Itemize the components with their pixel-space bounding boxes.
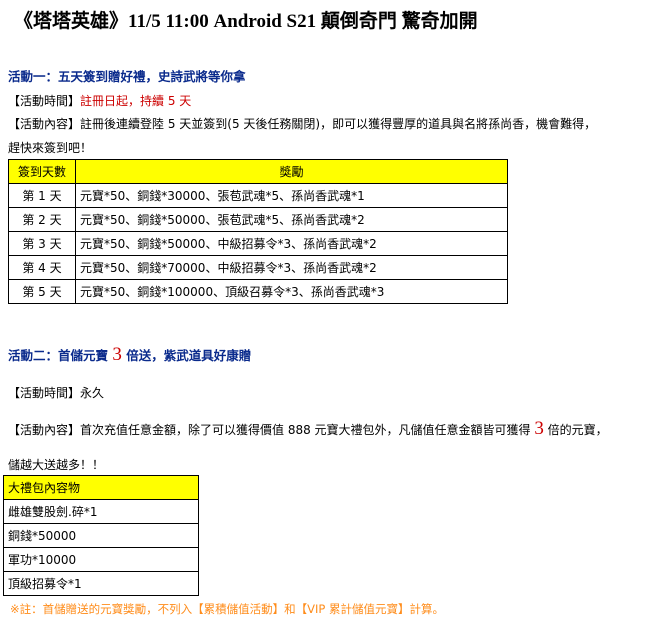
column-header-days: 簽到天數	[8, 159, 76, 184]
footnote: ※註：首儲贈送的元寶獎勵，不列入【累積儲值活動】和【VIP 累計儲值元寶】計算。	[10, 602, 444, 616]
event1-time: 【活動時間】註冊日起，持續 5 天	[8, 92, 191, 109]
event1-time-value: 註冊日起，持續 5 天	[80, 94, 192, 108]
package-item: 頂級招募令*1	[3, 571, 199, 596]
day-cell: 第 3 天	[8, 231, 76, 256]
package-header: 大禮包內容物	[3, 475, 199, 500]
reward-cell: 元寶*50、銅錢*50000、張苞武魂*5、孫尚香武魂*2	[75, 207, 508, 232]
event2-heading: 活動二：首儲元寶 3 倍送，紫武道具好康贈	[8, 344, 251, 366]
event2-content-post: 倍的元寶，	[543, 423, 608, 437]
reward-cell: 元寶*50、銅錢*30000、張苞武魂*5、孫尚香武魂*1	[75, 183, 508, 208]
reward-cell: 元寶*50、銅錢*70000、中級招募令*3、孫尚香武魂*2	[75, 255, 508, 280]
page-title: 《塔塔英雄》11/5 11:00 Android S21 顛倒奇門 驚奇加開	[14, 11, 478, 32]
event2-content-line1: 【活動內容】首次充值任意金額，除了可以獲得價值 888 元寶大禮包外，凡儲值任意…	[8, 418, 608, 440]
day-cell: 第 5 天	[8, 279, 76, 304]
event2-heading-pre: 活動二：首儲元寶	[8, 348, 113, 363]
table-row: 第 1 天元寶*50、銅錢*30000、張苞武魂*5、孫尚香武魂*1	[8, 183, 508, 208]
event1-content-line1: 【活動內容】註冊後連續登陸 5 天並簽到(5 天後任務關閉)，即可以獲得豐厚的道…	[8, 117, 597, 131]
table-row: 第 2 天元寶*50、銅錢*50000、張苞武魂*5、孫尚香武魂*2	[8, 207, 508, 232]
table-row: 第 4 天元寶*50、銅錢*70000、中級招募令*3、孫尚香武魂*2	[8, 255, 508, 280]
event2-time-value: 永久	[80, 386, 105, 400]
list-item: 頂級招募令*1	[3, 571, 199, 596]
day-cell: 第 4 天	[8, 255, 76, 280]
day-cell: 第 2 天	[8, 207, 76, 232]
reward-cell: 元寶*50、銅錢*50000、中級招募令*3、孫尚香武魂*2	[75, 231, 508, 256]
package-header-row: 大禮包內容物	[3, 475, 199, 500]
event2-time: 【活動時間】永久	[8, 384, 104, 401]
event2-time-label: 【活動時間】	[8, 386, 81, 400]
signin-reward-table: 簽到天數 獎勵 第 1 天元寶*50、銅錢*30000、張苞武魂*5、孫尚香武魂…	[8, 159, 508, 304]
column-header-reward: 獎勵	[75, 159, 508, 184]
table-row: 第 3 天元寶*50、銅錢*50000、中級招募令*3、孫尚香武魂*2	[8, 231, 508, 256]
event1-heading: 活動一：五天簽到贈好禮，史詩武將等你拿	[8, 69, 246, 84]
event2-heading-post: 倍送，紫武道具好康贈	[121, 348, 252, 363]
day-cell: 第 1 天	[8, 183, 76, 208]
gift-package-table: 大禮包內容物 雌雄雙股劍.碎*1 銅錢*50000 軍功*10000 頂級招募令…	[3, 475, 199, 596]
package-item: 軍功*10000	[3, 547, 199, 572]
table-header-row: 簽到天數 獎勵	[8, 159, 508, 184]
event2-heading-multiplier: 3	[112, 344, 122, 365]
list-item: 軍功*10000	[3, 547, 199, 572]
event1-content-line2: 趕快來簽到吧！	[8, 141, 93, 155]
package-item: 銅錢*50000	[3, 523, 199, 548]
reward-cell: 元寶*50、銅錢*100000、頂級召募令*3、孫尚香武魂*3	[75, 279, 508, 304]
event2-content-multiplier: 3	[534, 418, 544, 439]
event2-content-line2: 儲越大送越多！！	[8, 458, 105, 472]
table-row: 第 5 天元寶*50、銅錢*100000、頂級召募令*3、孫尚香武魂*3	[8, 279, 508, 304]
list-item: 銅錢*50000	[3, 523, 199, 548]
package-item: 雌雄雙股劍.碎*1	[3, 499, 199, 524]
event1-time-label: 【活動時間】	[8, 94, 81, 108]
event2-content-pre: 【活動內容】首次充值任意金額，除了可以獲得價值 888 元寶大禮包外，凡儲值任意…	[8, 423, 535, 437]
list-item: 雌雄雙股劍.碎*1	[3, 499, 199, 524]
